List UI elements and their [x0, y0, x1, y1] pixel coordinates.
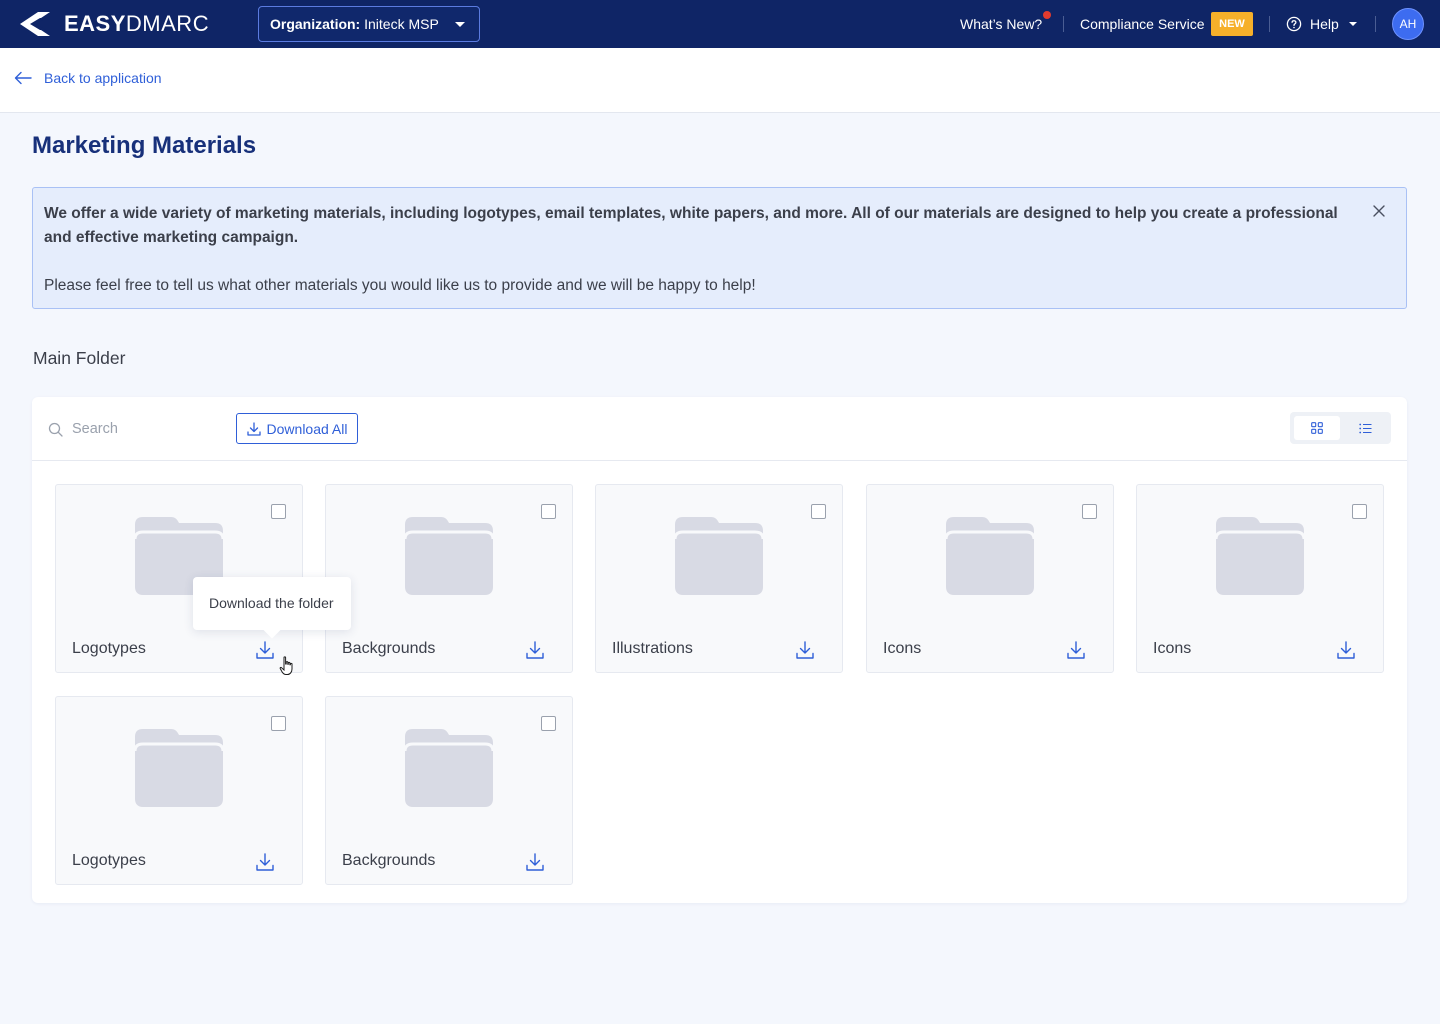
folder-card[interactable]: Backgrounds [325, 484, 573, 673]
grid-view-button[interactable] [1294, 416, 1340, 440]
folder-icon [403, 729, 495, 807]
folder-name: Backgrounds [342, 852, 436, 869]
download-all-button[interactable]: Download All [236, 413, 358, 444]
checkbox-icon[interactable] [541, 504, 556, 519]
nav-divider [1269, 16, 1270, 32]
folder-icon [944, 517, 1036, 595]
checkbox-icon[interactable] [271, 716, 286, 731]
search-icon [48, 422, 63, 437]
folder-name: Icons [883, 640, 922, 657]
search-placeholder: Search [72, 421, 118, 437]
brand-logo[interactable]: EASYDMARC [16, 9, 209, 39]
download-icon[interactable] [255, 852, 275, 872]
page-title: Marketing Materials [32, 132, 257, 159]
close-icon[interactable] [1372, 204, 1386, 218]
back-bar: Back to application [0, 48, 1440, 113]
download-icon[interactable] [795, 640, 815, 660]
arrow-left-icon [14, 71, 32, 85]
list-view-button[interactable] [1342, 416, 1388, 440]
download-all-label: Download All [266, 420, 348, 437]
logo-dmarc: DMARC [125, 11, 210, 36]
section-title: Main Folder [33, 348, 126, 368]
avatar[interactable]: AH [1392, 8, 1424, 40]
back-label: Back to application [44, 70, 162, 86]
chevron-down-icon [455, 22, 465, 27]
checkbox-icon[interactable] [1082, 504, 1097, 519]
compliance-label: Compliance Service [1080, 16, 1205, 32]
folder-icon [133, 729, 225, 807]
download-icon[interactable] [525, 640, 545, 660]
folder-card[interactable]: Icons [1136, 484, 1384, 673]
checkbox-icon[interactable] [541, 716, 556, 731]
info-text: Please feel free to tell us what other m… [44, 277, 756, 294]
download-icon[interactable] [255, 640, 275, 660]
search-input[interactable]: Search [48, 421, 118, 437]
chevron-down-icon [1348, 22, 1357, 26]
panel-toolbar: Search Download All [32, 397, 1407, 461]
pointer-cursor-icon [279, 656, 293, 675]
logo-mark-icon [20, 12, 50, 36]
checkbox-icon[interactable] [271, 504, 286, 519]
folder-icon [403, 517, 495, 595]
folder-name: Icons [1153, 640, 1192, 657]
help-menu[interactable]: Help [1286, 0, 1357, 48]
folder-card[interactable]: Backgrounds [325, 696, 573, 885]
download-folder-tooltip: Download the folder [193, 577, 351, 639]
folder-name: Logotypes [72, 852, 146, 869]
info-banner: We offer a wide variety of marketing mat… [32, 187, 1407, 309]
view-toggle [1290, 412, 1391, 444]
info-strong-text: We offer a wide variety of marketing mat… [44, 205, 1338, 246]
checkbox-icon[interactable] [811, 504, 826, 519]
org-value: Initeck MSP [364, 16, 439, 32]
compliance-service-link[interactable]: Compliance Service [1080, 0, 1205, 48]
top-navbar: EASYDMARC Organization: Initeck MSP What… [0, 0, 1440, 48]
folder-card[interactable]: Icons [866, 484, 1114, 673]
grid-view-icon [1311, 422, 1323, 434]
folder-name: Backgrounds [342, 640, 436, 657]
help-circle-icon [1286, 16, 1302, 32]
help-label: Help [1310, 16, 1339, 32]
organization-select[interactable]: Organization: Initeck MSP [258, 6, 480, 42]
folder-icon [1214, 517, 1306, 595]
download-icon[interactable] [525, 852, 545, 872]
folder-name: Logotypes [72, 640, 146, 657]
back-to-application-link[interactable]: Back to application [14, 70, 162, 86]
new-badge: NEW [1211, 12, 1253, 36]
folder-card[interactable]: Illustrations [595, 484, 843, 673]
notification-dot [1043, 11, 1051, 19]
whats-new-link[interactable]: What’s New? [960, 0, 1051, 48]
logo-wordmark: EASYDMARC [64, 9, 209, 39]
download-icon[interactable] [1336, 640, 1356, 660]
folder-card[interactable]: Logotypes [55, 696, 303, 885]
download-icon [246, 421, 261, 436]
folder-name: Illustrations [612, 640, 693, 657]
list-view-icon [1358, 423, 1371, 433]
logo-easy: EASY [64, 11, 126, 36]
tooltip-text: Download the folder [209, 595, 334, 611]
nav-divider [1063, 16, 1064, 32]
folder-icon [673, 517, 765, 595]
org-label: Organization: [270, 16, 361, 32]
nav-divider [1375, 16, 1376, 32]
checkbox-icon[interactable] [1352, 504, 1367, 519]
download-icon[interactable] [1066, 640, 1086, 660]
whats-new-label: What’s New? [960, 16, 1043, 32]
